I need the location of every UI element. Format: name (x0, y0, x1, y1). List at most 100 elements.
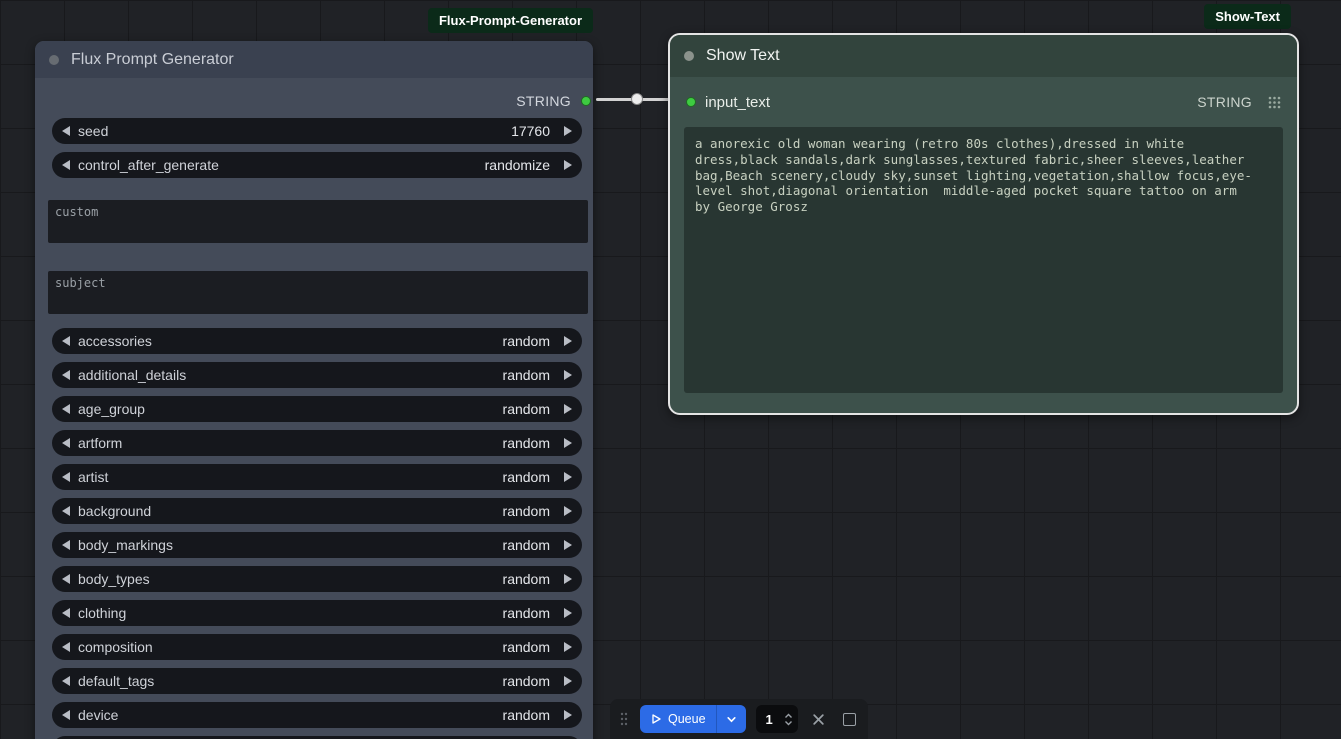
string-output-port[interactable] (581, 96, 591, 106)
show-text-output[interactable]: a anorexic old woman wearing (retro 80s … (684, 127, 1283, 393)
chevron-down-icon[interactable] (717, 714, 746, 725)
combo-device[interactable]: device random (52, 702, 582, 728)
subject-textarea[interactable] (48, 271, 588, 314)
show-output-label: STRING (1197, 94, 1252, 110)
combo-value[interactable]: random (503, 469, 550, 485)
show-input-row: input_text STRING (670, 85, 1297, 119)
combo-composition[interactable]: composition random (52, 634, 582, 660)
connection-link-midpoint-dot[interactable] (631, 93, 643, 105)
prev-option-arrow-icon[interactable] (62, 506, 70, 516)
prev-option-arrow-icon[interactable] (62, 574, 70, 584)
input-text-port[interactable] (686, 97, 696, 107)
combo-clothing[interactable]: clothing random (52, 600, 582, 626)
prev-option-arrow-icon[interactable] (62, 336, 70, 346)
prev-option-arrow-icon[interactable] (62, 438, 70, 448)
spinner-up-icon[interactable] (784, 713, 793, 719)
widget-label: control_after_generate (78, 157, 219, 173)
play-icon (650, 713, 662, 725)
queue-toolbar: Queue 1 (610, 699, 868, 739)
next-option-arrow-icon[interactable] (564, 574, 572, 584)
combo-label: clothing (78, 605, 127, 621)
combo-value[interactable]: random (503, 605, 550, 621)
next-option-arrow-icon[interactable] (564, 608, 572, 618)
run-count-input[interactable]: 1 (755, 705, 799, 733)
prev-option-arrow-icon[interactable] (62, 472, 70, 482)
next-option-arrow-icon[interactable] (564, 438, 572, 448)
prev-option-arrow-icon[interactable] (62, 540, 70, 550)
combo-body-types[interactable]: body_types random (52, 566, 582, 592)
stop-square-glyph (843, 712, 857, 726)
queue-button-label: Queue (668, 712, 706, 726)
collapse-dot-icon[interactable] (49, 54, 59, 65)
next-option-arrow-icon[interactable] (564, 472, 572, 482)
show-text-node[interactable]: Show Text input_text STRING a anorexic o… (668, 33, 1299, 415)
prev-option-arrow-icon[interactable] (62, 404, 70, 414)
run-count-value[interactable]: 1 (766, 712, 785, 727)
increment-arrow-icon[interactable] (564, 160, 572, 170)
widget-value[interactable]: randomize (485, 157, 550, 173)
flux-output-label: STRING (516, 93, 571, 109)
combo-additional-details[interactable]: additional_details random (52, 362, 582, 388)
next-option-arrow-icon[interactable] (564, 676, 572, 686)
prev-option-arrow-icon[interactable] (62, 710, 70, 720)
combo-value[interactable]: random (503, 673, 550, 689)
widget-value[interactable]: 17760 (511, 123, 550, 139)
widget-seed[interactable]: seed 17760 (52, 118, 582, 144)
combo-background[interactable]: background random (52, 498, 582, 524)
next-option-arrow-icon[interactable] (564, 506, 572, 516)
combo-label: artist (78, 469, 109, 485)
next-option-arrow-icon[interactable] (564, 710, 572, 720)
show-node-header[interactable]: Show Text (670, 35, 1297, 77)
next-option-arrow-icon[interactable] (564, 540, 572, 550)
prev-option-arrow-icon[interactable] (62, 370, 70, 380)
combo-default-tags[interactable]: default_tags random (52, 668, 582, 694)
combo-label: composition (78, 639, 153, 655)
queue-button[interactable]: Queue (640, 705, 746, 733)
next-option-arrow-icon[interactable] (564, 642, 572, 652)
combo-value[interactable]: random (503, 333, 550, 349)
next-option-arrow-icon[interactable] (564, 404, 572, 414)
grid-handle-icon (1268, 96, 1281, 109)
input-port-label: input_text (705, 93, 771, 111)
combo-age-group[interactable]: age_group random (52, 396, 582, 422)
increment-arrow-icon[interactable] (564, 126, 572, 136)
prev-option-arrow-icon[interactable] (62, 608, 70, 618)
combo-value[interactable]: random (503, 367, 550, 383)
combo-value[interactable]: random (503, 639, 550, 655)
combo-label: additional_details (78, 367, 187, 383)
flux-combo-list: accessories random additional_details ra… (35, 328, 593, 739)
collapse-dot-icon[interactable] (684, 51, 694, 61)
custom-textarea[interactable] (48, 200, 588, 243)
combo-value[interactable]: random (503, 571, 550, 587)
combo-artform[interactable]: artform random (52, 430, 582, 456)
combo-label: default_tags (78, 673, 155, 689)
next-option-arrow-icon[interactable] (564, 370, 572, 380)
flux-widgets: seed 17760 control_after_generate random… (35, 118, 593, 178)
combo-value[interactable]: random (503, 707, 550, 723)
decrement-arrow-icon[interactable] (62, 126, 70, 136)
flux-node-title: Flux Prompt Generator (71, 50, 234, 68)
combo-label: background (78, 503, 152, 519)
combo-label: body_types (78, 571, 150, 587)
combo-value[interactable]: random (503, 435, 550, 451)
combo-artist[interactable]: artist random (52, 464, 582, 490)
spinner-down-icon[interactable] (784, 720, 793, 726)
combo-label: body_markings (78, 537, 173, 553)
combo-accessories[interactable]: accessories random (52, 328, 582, 354)
combo-value[interactable]: random (503, 503, 550, 519)
stop-icon[interactable] (839, 708, 860, 730)
flux-prompt-generator-node[interactable]: Flux Prompt Generator STRING seed 17760 … (35, 41, 593, 739)
combo-value[interactable]: random (503, 401, 550, 417)
combo-value[interactable]: random (503, 537, 550, 553)
widget-control-after-generate[interactable]: control_after_generate randomize (52, 152, 582, 178)
comfyui-canvas[interactable]: { "badges": { "flux_tag": "Flux-Prompt-G… (0, 0, 1341, 739)
decrement-arrow-icon[interactable] (62, 160, 70, 170)
drag-handle-icon[interactable] (618, 711, 630, 727)
flux-node-header[interactable]: Flux Prompt Generator (35, 41, 593, 78)
clear-queue-icon[interactable] (808, 708, 829, 730)
prev-option-arrow-icon[interactable] (62, 676, 70, 686)
combo-body-markings[interactable]: body_markings random (52, 532, 582, 558)
prev-option-arrow-icon[interactable] (62, 642, 70, 652)
next-option-arrow-icon[interactable] (564, 336, 572, 346)
node-tag-flux-prompt-generator: Flux-Prompt-Generator (427, 8, 593, 33)
